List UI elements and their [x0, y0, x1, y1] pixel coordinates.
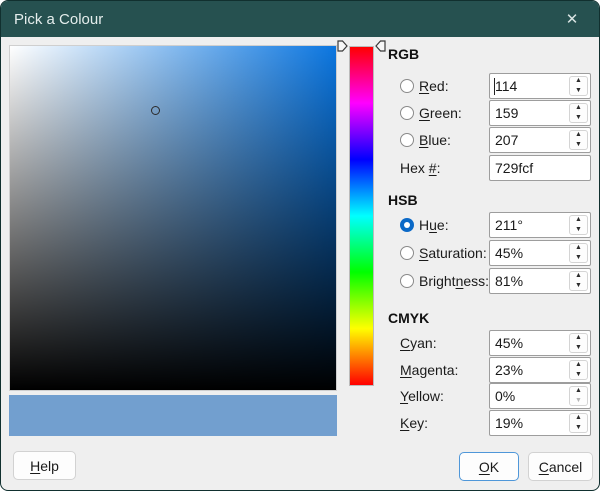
- pick-a-colour-dialog: Pick a Colour ✕ RGB Red: ▲ ▼ Green:: [0, 0, 600, 491]
- magenta-label: Magenta:: [400, 362, 459, 378]
- yellow-input[interactable]: ▲ ▼: [489, 383, 591, 409]
- brightness-spinner[interactable]: ▲ ▼: [569, 271, 588, 291]
- yellow-row: Yellow: ▲ ▼: [1, 383, 599, 409]
- rgb-section-header: RGB: [388, 46, 420, 62]
- cmyk-section-header: CMYK: [388, 310, 430, 326]
- saturation-input[interactable]: ▲ ▼: [489, 240, 591, 266]
- spin-up-icon[interactable]: ▲: [570, 360, 587, 370]
- hex-label: Hex #:: [400, 160, 441, 176]
- green-spinner[interactable]: ▲ ▼: [569, 103, 588, 123]
- spin-down-icon[interactable]: ▼: [570, 86, 587, 96]
- blue-input[interactable]: ▲ ▼: [489, 127, 591, 153]
- red-radio[interactable]: [400, 79, 414, 93]
- cancel-button-label: Cancel: [538, 458, 583, 475]
- spin-down-icon: ▼: [575, 397, 582, 404]
- spin-up-icon[interactable]: ▲: [570, 413, 587, 423]
- key-value-field[interactable]: [490, 411, 566, 435]
- green-row: Green: ▲ ▼: [1, 100, 599, 126]
- spin-down-icon[interactable]: ▼: [570, 113, 587, 123]
- hue-slider-handle-left[interactable]: [337, 40, 348, 52]
- hue-input[interactable]: ▲ ▼: [489, 212, 591, 238]
- magenta-spinner[interactable]: ▲ ▼: [569, 360, 588, 380]
- magenta-input[interactable]: ▲ ▼: [489, 357, 591, 383]
- brightness-input[interactable]: ▲ ▼: [489, 268, 591, 294]
- close-icon[interactable]: ✕: [551, 1, 593, 37]
- hex-row: Hex #:: [1, 155, 599, 181]
- key-row: Key: ▲ ▼: [1, 410, 599, 436]
- cyan-spinner[interactable]: ▲ ▼: [569, 333, 588, 353]
- saturation-row: Saturation: ▲ ▼: [1, 240, 599, 266]
- spin-up-icon[interactable]: ▲: [570, 386, 587, 396]
- red-input[interactable]: ▲ ▼: [489, 73, 591, 99]
- yellow-spinner[interactable]: ▲ ▼: [569, 386, 588, 406]
- spin-down-icon[interactable]: ▼: [570, 253, 587, 263]
- green-label: Green:: [419, 105, 462, 121]
- spin-up-icon[interactable]: ▲: [570, 215, 587, 225]
- red-spinner[interactable]: ▲ ▼: [569, 76, 588, 96]
- hue-spinner[interactable]: ▲ ▼: [569, 215, 588, 235]
- hex-value-field[interactable]: [490, 156, 590, 180]
- spin-up-icon[interactable]: ▲: [570, 130, 587, 140]
- blue-spinner[interactable]: ▲ ▼: [569, 130, 588, 150]
- spin-down-icon[interactable]: ▼: [570, 281, 587, 291]
- hue-label: Hue:: [419, 217, 449, 233]
- spin-down-icon[interactable]: ▼: [570, 423, 587, 433]
- cyan-value-field[interactable]: [490, 331, 566, 355]
- saturation-label: Saturation:: [419, 245, 487, 261]
- green-input[interactable]: ▲ ▼: [489, 100, 591, 126]
- spin-down-icon[interactable]: ▼: [570, 343, 587, 353]
- spin-up-icon[interactable]: ▲: [570, 271, 587, 281]
- saturation-radio[interactable]: [400, 246, 414, 260]
- spin-up-icon[interactable]: ▲: [570, 76, 587, 86]
- key-spinner[interactable]: ▲ ▼: [569, 413, 588, 433]
- help-button-label: Help: [30, 457, 59, 474]
- spin-down-icon[interactable]: ▼: [570, 370, 587, 380]
- magenta-row: Magenta: ▲ ▼: [1, 357, 599, 383]
- spin-down-icon[interactable]: ▼: [570, 225, 587, 235]
- hue-slider-handle-right[interactable]: [375, 40, 386, 52]
- brightness-label: Brightness:: [419, 273, 490, 289]
- title-bar[interactable]: Pick a Colour ✕: [1, 1, 599, 37]
- hue-value-field[interactable]: [490, 213, 566, 237]
- key-input[interactable]: ▲ ▼: [489, 410, 591, 436]
- blue-label: Blue:: [419, 132, 451, 148]
- spin-up-icon[interactable]: ▲: [570, 103, 587, 113]
- spin-up-icon[interactable]: ▲: [570, 243, 587, 253]
- blue-radio[interactable]: [400, 133, 414, 147]
- spin-down-icon[interactable]: ▼: [570, 140, 587, 150]
- cancel-button[interactable]: Cancel: [528, 452, 593, 481]
- magenta-value-field[interactable]: [490, 358, 566, 382]
- hue-radio[interactable]: [400, 218, 414, 232]
- green-radio[interactable]: [400, 106, 414, 120]
- hue-row: Hue: ▲ ▼: [1, 212, 599, 238]
- brightness-row: Brightness: ▲ ▼: [1, 268, 599, 294]
- cyan-input[interactable]: ▲ ▼: [489, 330, 591, 356]
- hex-input[interactable]: [489, 155, 591, 181]
- spin-up-icon[interactable]: ▲: [570, 333, 587, 343]
- yellow-label: Yellow:: [400, 388, 444, 404]
- cyan-label: Cyan:: [400, 335, 437, 351]
- blue-row: Blue: ▲ ▼: [1, 127, 599, 153]
- red-label: Red:: [419, 78, 449, 94]
- cyan-row: Cyan: ▲ ▼: [1, 330, 599, 356]
- key-label: Key:: [400, 415, 429, 431]
- ok-button-label: OK: [478, 458, 500, 475]
- yellow-value-field[interactable]: [490, 384, 566, 408]
- dialog-title: Pick a Colour: [14, 10, 104, 28]
- hsb-section-header: HSB: [388, 192, 418, 208]
- blue-value-field[interactable]: [490, 128, 566, 152]
- saturation-spinner[interactable]: ▲ ▼: [569, 243, 588, 263]
- ok-button[interactable]: OK: [459, 452, 519, 481]
- brightness-value-field[interactable]: [490, 269, 566, 293]
- brightness-radio[interactable]: [400, 274, 414, 288]
- help-button[interactable]: Help: [13, 451, 76, 480]
- green-value-field[interactable]: [490, 101, 566, 125]
- red-row: Red: ▲ ▼: [1, 73, 599, 99]
- red-value-field[interactable]: [490, 74, 566, 98]
- saturation-value-field-input[interactable]: [490, 241, 566, 265]
